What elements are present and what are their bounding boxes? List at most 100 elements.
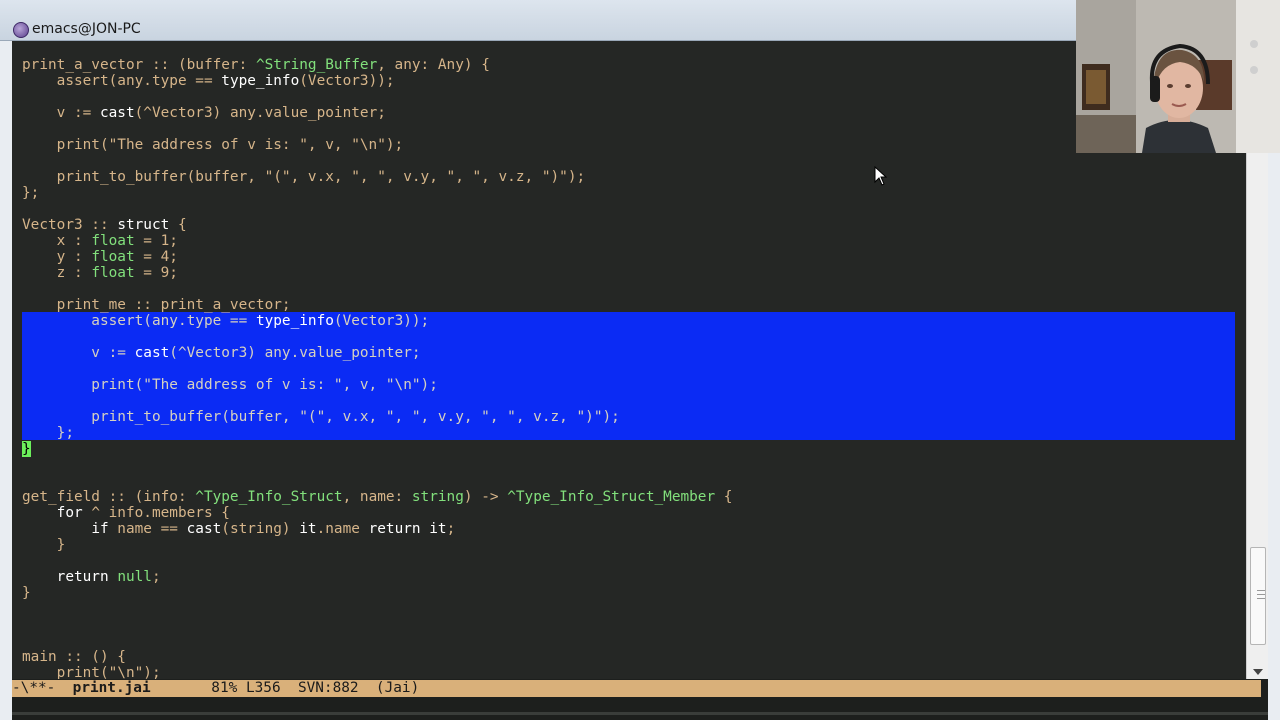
code-token: = 4; bbox=[134, 249, 178, 265]
code-token: if bbox=[91, 521, 109, 537]
code-token: it bbox=[299, 521, 317, 537]
code-line[interactable] bbox=[22, 393, 732, 409]
code-line[interactable]: }; bbox=[22, 425, 732, 441]
code-line[interactable]: x : float = 1; bbox=[22, 233, 732, 249]
window-title: emacs@JON-PC bbox=[32, 21, 141, 37]
code-line[interactable]: } bbox=[22, 585, 732, 601]
code-token: name == bbox=[108, 521, 187, 537]
code-line[interactable] bbox=[22, 281, 732, 297]
code-token: cast bbox=[99, 105, 135, 121]
code-line[interactable] bbox=[22, 153, 732, 169]
code-token: print_a_vector :: (buffer: bbox=[22, 57, 256, 73]
code-token: struct bbox=[117, 217, 170, 233]
code-line[interactable]: assert(any.type == type_info(Vector3)); bbox=[22, 313, 732, 329]
code-token: get_field :: (info: bbox=[22, 489, 196, 505]
window-titlebar[interactable]: emacs@JON-PC bbox=[0, 0, 1076, 41]
code-token: }; bbox=[22, 425, 74, 441]
code-token: return bbox=[56, 569, 109, 585]
code-token: (^Vector3) any.value_pointer; bbox=[169, 345, 421, 361]
code-line[interactable]: get_field :: (info: ^Type_Info_Struct, n… bbox=[22, 489, 732, 505]
scrollbar-grip bbox=[1257, 594, 1265, 595]
code-line[interactable] bbox=[22, 361, 732, 377]
code-token: print("The address of v is: ", v, "\n"); bbox=[22, 137, 404, 153]
code-line[interactable]: print("The address of v is: ", v, "\n"); bbox=[22, 137, 732, 153]
code-line[interactable]: print_to_buffer(buffer, "(", v.x, ", ", … bbox=[22, 409, 732, 425]
webcam-overlay bbox=[1076, 0, 1280, 153]
code-token: return bbox=[368, 521, 421, 537]
code-token: } bbox=[22, 537, 66, 553]
code-line[interactable] bbox=[22, 617, 732, 633]
code-line[interactable]: for ^ info.members { bbox=[22, 505, 732, 521]
code-token: (Vector3)); bbox=[299, 73, 395, 89]
scrollbar-grip bbox=[1257, 598, 1265, 599]
code-line[interactable] bbox=[22, 601, 732, 617]
code-token: } bbox=[22, 585, 31, 601]
scrollbar-thumb[interactable] bbox=[1250, 547, 1266, 645]
code-token: , any: Any) { bbox=[377, 57, 490, 73]
code-token: Vector3 :: bbox=[22, 217, 118, 233]
code-editor[interactable]: print_a_vector :: (buffer: ^String_Buffe… bbox=[12, 41, 1246, 679]
code-token: ^String_Buffer bbox=[255, 57, 378, 73]
code-token: main :: () { bbox=[22, 649, 126, 665]
code-line[interactable]: } bbox=[22, 441, 732, 457]
code-line[interactable]: print("\n"); bbox=[22, 665, 732, 679]
emacs-icon bbox=[13, 22, 29, 38]
code-line[interactable] bbox=[22, 553, 732, 569]
code-line[interactable] bbox=[22, 89, 732, 105]
code-line[interactable] bbox=[22, 329, 732, 345]
code-token: print_to_buffer(buffer, "(", v.x, ", ", … bbox=[22, 409, 620, 425]
window-frame-right bbox=[1268, 153, 1280, 720]
code-token: ; bbox=[446, 521, 456, 537]
code-token: { bbox=[169, 217, 187, 233]
code-line[interactable] bbox=[22, 473, 732, 489]
webcam-image bbox=[1076, 0, 1280, 153]
code-line[interactable]: print_to_buffer(buffer, "(", v.x, ", ", … bbox=[22, 169, 732, 185]
code-token: v := bbox=[22, 105, 100, 121]
modeline-major-mode[interactable]: (Jai) bbox=[376, 680, 419, 696]
code-line[interactable]: if name == cast(string) it.name return i… bbox=[22, 521, 732, 537]
code-lines: print_a_vector :: (buffer: ^String_Buffe… bbox=[22, 57, 732, 679]
code-token: x : bbox=[22, 233, 92, 249]
code-token: float bbox=[91, 249, 135, 265]
code-line[interactable]: return null; bbox=[22, 569, 732, 585]
code-token: = 9; bbox=[134, 265, 178, 281]
code-line[interactable]: y : float = 4; bbox=[22, 249, 732, 265]
code-line[interactable]: print("The address of v is: ", v, "\n"); bbox=[22, 377, 732, 393]
code-line[interactable] bbox=[22, 201, 732, 217]
code-token: cast bbox=[134, 345, 170, 361]
code-line[interactable] bbox=[22, 121, 732, 137]
code-token: print("\n"); bbox=[22, 665, 161, 679]
code-token: print_to_buffer(buffer, "(", v.x, ", ", … bbox=[22, 169, 586, 185]
code-line[interactable] bbox=[22, 457, 732, 473]
code-token: cast bbox=[186, 521, 222, 537]
code-line[interactable]: v := cast(^Vector3) any.value_pointer; bbox=[22, 345, 732, 361]
modeline-buffer-name[interactable]: print.jai bbox=[73, 680, 151, 696]
code-token: y : bbox=[22, 249, 92, 265]
code-token: type_info bbox=[221, 73, 300, 89]
code-line[interactable]: }; bbox=[22, 185, 732, 201]
text-cursor: } bbox=[22, 441, 31, 457]
code-token: = 1; bbox=[134, 233, 178, 249]
code-line[interactable]: Vector3 :: struct { bbox=[22, 217, 732, 233]
code-line[interactable]: v := cast(^Vector3) any.value_pointer; bbox=[22, 105, 732, 121]
code-token: ^Type_Info_Struct_Member bbox=[507, 489, 716, 505]
code-line[interactable]: main :: () { bbox=[22, 649, 732, 665]
minibuffer[interactable] bbox=[12, 697, 1268, 720]
code-line[interactable]: print_me :: print_a_vector; bbox=[22, 297, 732, 313]
code-token: for bbox=[56, 505, 83, 521]
code-line[interactable]: } bbox=[22, 537, 732, 553]
code-token: it bbox=[429, 521, 447, 537]
code-line[interactable] bbox=[22, 633, 732, 649]
scroll-down-arrow-icon[interactable] bbox=[1253, 669, 1263, 675]
code-line[interactable]: print_a_vector :: (buffer: ^String_Buffe… bbox=[22, 57, 732, 73]
code-token: string bbox=[411, 489, 464, 505]
code-token: assert(any.type == bbox=[22, 73, 222, 89]
code-token: .name bbox=[316, 521, 369, 537]
code-line[interactable]: z : float = 9; bbox=[22, 265, 732, 281]
code-line[interactable]: assert(any.type == type_info(Vector3)); bbox=[22, 73, 732, 89]
code-token: }; bbox=[22, 185, 40, 201]
code-token: z : bbox=[22, 265, 92, 281]
